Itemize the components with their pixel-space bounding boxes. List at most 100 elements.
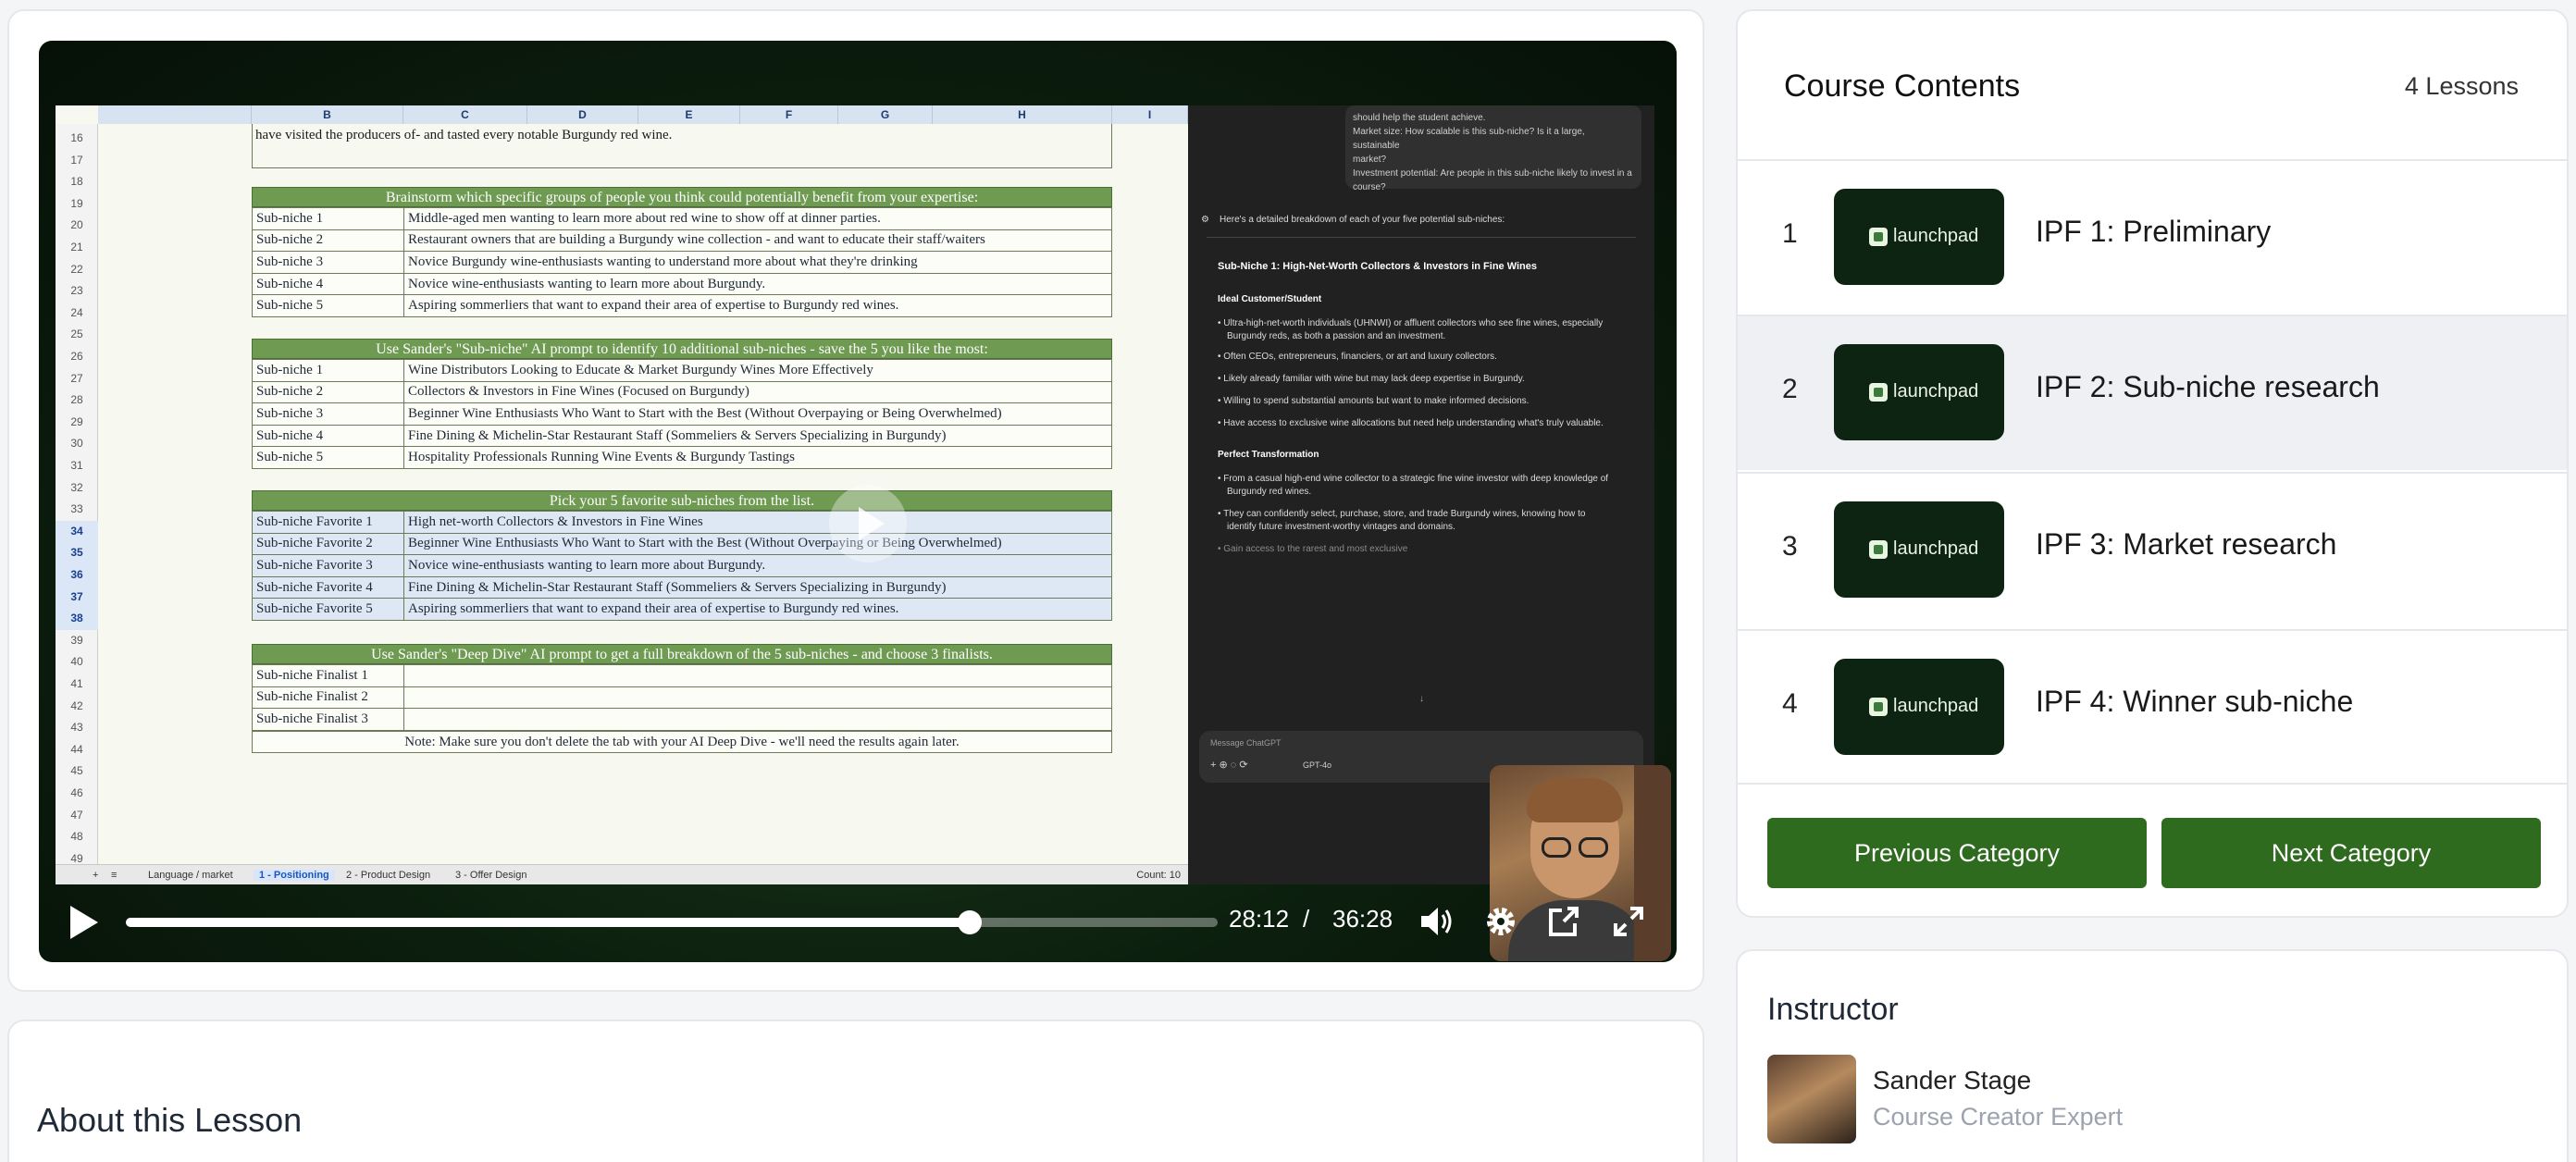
row-number[interactable]: 43 [56,717,98,739]
external-link-icon[interactable] [1545,903,1582,950]
row-number[interactable]: 47 [56,805,98,827]
table-row[interactable]: Sub-niche Favorite 3 Novice wine-enthusia… [252,554,1112,577]
row-number[interactable]: 48 [56,826,98,848]
row-number[interactable]: 39 [56,630,98,652]
row-number[interactable]: 16 [56,128,98,150]
row-number[interactable]: 22 [56,259,98,281]
table-row[interactable]: Sub-niche Favorite 2 Beginner Wine Enthus… [252,532,1112,556]
row-number[interactable]: 37 [56,586,98,609]
table-row[interactable]: Sub-niche Favorite 1 High net-worth Colle… [252,511,1112,534]
lesson-number: 1 [1782,218,1798,249]
instructor-title: Instructor [1767,992,1899,1027]
lesson-item-3[interactable]: 3 launchpad IPF 3: Market research [1738,472,2567,627]
row-number[interactable]: 19 [56,193,98,216]
row-number[interactable]: 44 [56,739,98,761]
chat-input-placeholder: Message ChatGPT [1210,738,1282,748]
settings-gear-icon[interactable] [1482,903,1519,950]
time-separator: / [1303,905,1310,933]
table-row[interactable]: Sub-niche Favorite 5 Aspiring sommerliers… [252,598,1112,621]
row-number[interactable]: 45 [56,760,98,783]
chat-tool-icons[interactable]: + ⊕ ◌ ⟳ [1210,759,1248,771]
table-row[interactable]: Sub-niche 2 Restaurant owners that are bu… [252,229,1112,253]
note-text: Note: Make sure you don't delete the tab… [252,731,1112,753]
assistant-heading: Sub-Niche 1: High-Net-Worth Collectors &… [1218,261,1538,272]
table-row[interactable]: Sub-niche Finalist 2 [252,686,1112,710]
row-number[interactable]: 36 [56,564,98,587]
row-number[interactable]: 18 [56,171,98,193]
row-number[interactable]: 25 [56,324,98,346]
row-number[interactable]: 33 [56,499,98,521]
progress-handle[interactable] [958,910,983,934]
lesson-item-4[interactable]: 4 launchpad IPF 4: Winner sub-niche [1738,629,2567,785]
bullet-cont: Burgundy red wines. [1227,487,1312,497]
previous-category-button[interactable]: Previous Category [1767,818,2147,888]
table-row[interactable]: Sub-niche 3 Novice Burgundy wine-enthusia… [252,251,1112,274]
instructor-name[interactable]: Sander Stage [1873,1066,2031,1095]
next-category-button[interactable]: Next Category [2161,818,2541,888]
lesson-number: 2 [1782,374,1798,404]
row-number[interactable]: 27 [56,368,98,390]
assistant-intro: Here's a detailed breakdown of each of y… [1220,215,1505,225]
bullet-cont: Burgundy reds, as both a passion and an … [1227,331,1446,341]
row-number[interactable]: 21 [56,237,98,259]
video-player[interactable]: B C D E F G H I 16 17 18 19 20 21 22 23 24 25 26 27… [39,41,1677,962]
row-number[interactable]: 38 [56,608,98,630]
row-number[interactable]: 20 [56,215,98,237]
bullet-cont: identify future investment-worthy vintag… [1227,522,1455,532]
lesson-item-1[interactable]: 1 launchpad IPF 1: Preliminary [1738,159,2567,315]
table-row[interactable]: Sub-niche 4 Fine Dining & Michelin-Star R… [252,424,1112,448]
play-button[interactable] [67,904,100,951]
bullet: • Have access to exclusive wine allocati… [1218,418,1604,428]
video-controls: 28:12 / 36:28 [39,879,1677,962]
message-line: Investment potential: Are people in this… [1353,168,1632,179]
lesson-title: IPF 2: Sub-niche research [2036,370,2380,403]
row-number[interactable]: 26 [56,346,98,368]
instructor-role: Course Creator Expert [1873,1103,2124,1131]
col-header: E [638,105,740,124]
row-number[interactable]: 35 [56,542,98,564]
table-row[interactable]: Sub-niche 1 Middle-aged men wanting to le… [252,207,1112,230]
table-row[interactable]: Sub-niche 1 Wine Distributors Looking to … [252,359,1112,382]
user-message: should help the student achieve. Market … [1345,105,1641,192]
row-number[interactable]: 41 [56,674,98,696]
progress-bar[interactable] [126,910,1218,934]
model-selector[interactable]: GPT-4o [1303,760,1331,770]
fullscreen-icon[interactable] [1610,903,1647,950]
row-number[interactable]: 31 [56,455,98,477]
table-row[interactable]: Sub-niche 4 Novice wine-enthusiasts wanti… [252,272,1112,296]
course-contents-card: Course Contents 4 Lessons 1 launchpad IP… [1736,9,2569,918]
table-row[interactable]: Sub-niche Favorite 4 Fine Dining & Michel… [252,575,1112,600]
row-number[interactable]: 30 [56,433,98,455]
table-row[interactable]: Sub-niche 2 Collectors & Investors in Fin… [252,380,1112,404]
table-row[interactable]: Sub-niche Finalist 3 [252,708,1112,731]
assistant-icon: ⚙ [1201,215,1209,225]
row-number[interactable]: 23 [56,280,98,303]
lesson-number: 3 [1782,531,1798,562]
table-row[interactable]: Sub-niche 5 Aspiring sommerliers that wan… [252,294,1112,317]
video-frame: B C D E F G H I 16 17 18 19 20 21 22 23 24 25 26 27… [56,105,1654,884]
current-time: 28:12 [1229,905,1290,933]
bullet: • They can confidently select, purchase,… [1218,509,1586,519]
lesson-item-2[interactable]: 2 launchpad IPF 2: Sub-niche research [1738,315,2567,470]
row-number[interactable]: 34 [56,520,98,543]
assistant-subheading: Ideal Customer/Student [1218,294,1322,304]
row-number[interactable]: 28 [56,389,98,412]
row-number[interactable]: 24 [56,303,98,325]
lesson-thumbnail: launchpad [1834,344,2004,440]
play-overlay-icon[interactable] [829,485,907,562]
row-number[interactable]: 42 [56,696,98,718]
row-number[interactable]: 46 [56,783,98,805]
col-header-a [98,105,252,124]
row-number[interactable]: 17 [56,150,98,172]
table-row[interactable]: Sub-niche 5 Hospitality Professionals Run… [252,446,1112,469]
table-row[interactable]: Sub-niche 3 Beginner Wine Enthusiasts Who… [252,402,1112,426]
volume-icon[interactable] [1418,903,1455,950]
instructor-avatar[interactable] [1767,1055,1856,1143]
lesson-title: IPF 1: Preliminary [2036,215,2272,248]
row-number[interactable]: 29 [56,412,98,434]
row-number[interactable]: 40 [56,651,98,674]
scroll-down-icon[interactable]: ↓ [1419,694,1424,704]
table-row[interactable]: Sub-niche Finalist 1 [252,664,1112,687]
row-number[interactable]: 32 [56,477,98,500]
launchpad-logo-icon [1869,383,1888,402]
